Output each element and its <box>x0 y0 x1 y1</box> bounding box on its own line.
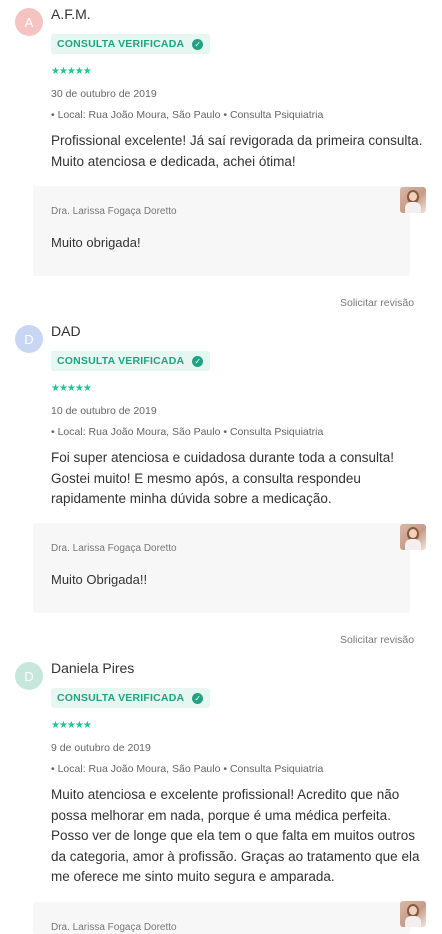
reply-author: Dra. Larissa Fogaça Doretto <box>51 922 177 933</box>
star-rating: ★★★★★ <box>51 383 92 394</box>
star-rating: ★★★★★ <box>51 66 92 77</box>
review-date: 30 de outubro de 2019 <box>51 88 157 100</box>
check-circle-icon: ✓ <box>192 355 204 367</box>
reviewer-name: DAD <box>51 323 81 339</box>
review-location: • Local: Rua João Moura, São Paulo • Con… <box>51 426 324 438</box>
request-review-link[interactable]: Solicitar revisão <box>340 634 414 646</box>
review-location: • Local: Rua João Moura, São Paulo • Con… <box>51 763 324 775</box>
review-date: 9 de outubro de 2019 <box>51 742 151 754</box>
check-circle-icon: ✓ <box>192 38 204 50</box>
verified-badge-label: CONSULTA VERIFICADA <box>57 692 185 704</box>
doctor-reply: Dra. Larissa Fogaça Doretto Muito obriga… <box>33 186 410 276</box>
doctor-reply: Dra. Larissa Fogaça Doretto <box>33 902 410 934</box>
request-review-link[interactable]: Solicitar revisão <box>340 297 414 309</box>
reply-text: Muito Obrigada!! <box>51 572 148 587</box>
review-date: 10 de outubro de 2019 <box>51 405 157 417</box>
reply-author: Dra. Larissa Fogaça Doretto <box>51 206 177 217</box>
doctor-avatar <box>400 524 426 550</box>
review-comment: Profissional excelente! Já saí revigorad… <box>51 133 423 169</box>
verified-badge: CONSULTA VERIFICADA ✓ <box>51 688 211 708</box>
verified-badge-label: CONSULTA VERIFICADA <box>57 38 185 50</box>
reviewer-name: Daniela Pires <box>51 660 135 676</box>
verified-badge: CONSULTA VERIFICADA ✓ <box>51 34 211 54</box>
reviewer-name: A.F.M. <box>51 6 91 22</box>
verified-badge: CONSULTA VERIFICADA ✓ <box>51 351 211 371</box>
check-circle-icon: ✓ <box>192 692 204 704</box>
doctor-reply: Dra. Larissa Fogaça Doretto Muito Obriga… <box>33 523 410 613</box>
avatar: A <box>15 8 43 36</box>
avatar: D <box>15 662 43 690</box>
review-location: • Local: Rua João Moura, São Paulo • Con… <box>51 109 324 121</box>
reply-text: Muito obrigada! <box>51 235 141 250</box>
review-comment: Foi super atenciosa e cuidadosa durante … <box>51 450 394 506</box>
reply-author: Dra. Larissa Fogaça Doretto <box>51 543 177 554</box>
verified-badge-label: CONSULTA VERIFICADA <box>57 355 185 367</box>
doctor-avatar <box>400 901 426 927</box>
review-comment: Muito atenciosa e excelente profissional… <box>51 787 420 884</box>
doctor-avatar <box>400 187 426 213</box>
star-rating: ★★★★★ <box>51 720 92 731</box>
avatar: D <box>15 325 43 353</box>
